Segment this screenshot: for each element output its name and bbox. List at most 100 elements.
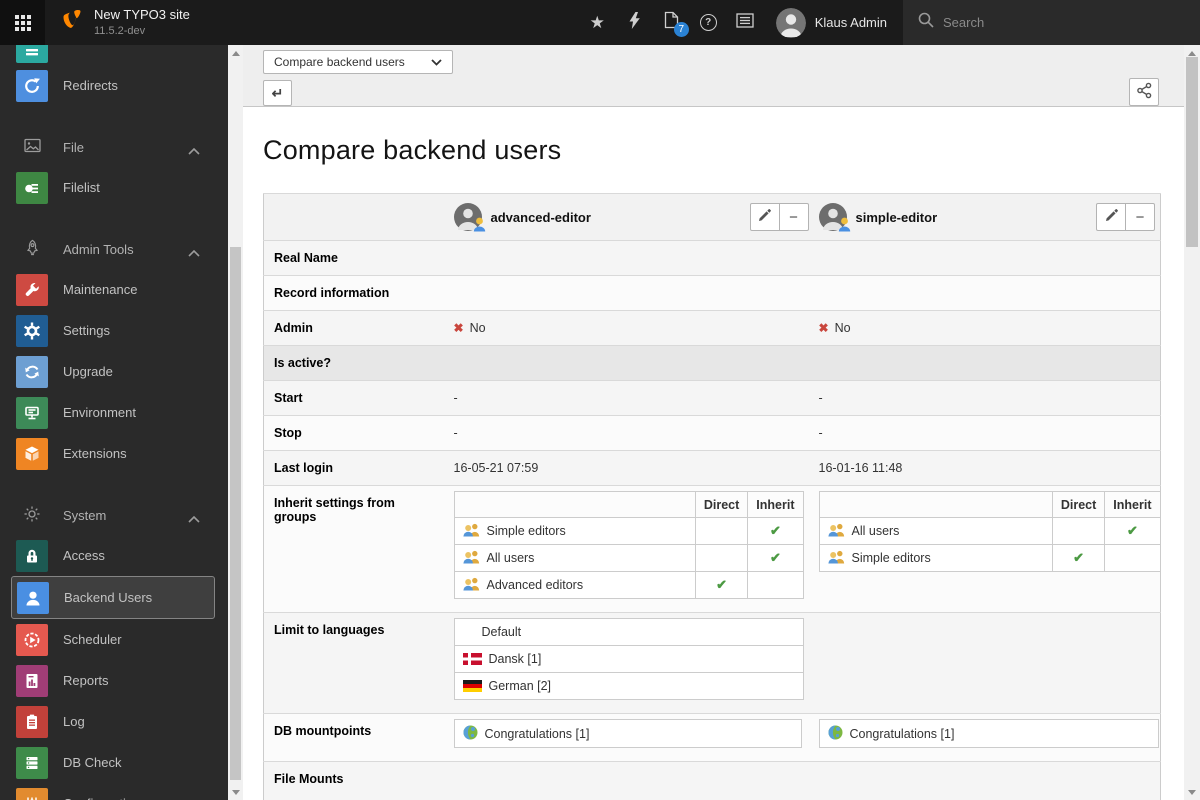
scrollbar-down-arrow[interactable] (228, 786, 243, 798)
scrollbar-up-arrow[interactable] (228, 47, 243, 59)
lightning-icon (629, 11, 640, 34)
chevron-up-icon (188, 511, 200, 526)
row-label: Is active? (263, 345, 449, 381)
search-bar (903, 0, 1200, 45)
page-title: Compare backend users (263, 135, 562, 165)
compare-table: advanced-editor − simple-editor − Real N… (263, 193, 1161, 800)
user-status-icon (473, 217, 486, 235)
sidebar-item-access[interactable]: Access (0, 535, 228, 576)
sidebar-item-log[interactable]: Log (0, 701, 228, 742)
sidebar-item-maintenance[interactable]: Maintenance (0, 269, 228, 310)
sidebar-item-configuration[interactable]: Configuration (0, 783, 228, 800)
cross-icon: ✖ (453, 321, 464, 335)
group-row: All users ✔ (453, 544, 804, 572)
language-name: Dansk [1] (488, 652, 542, 666)
sidebar-scrollbar-thumb[interactable] (230, 247, 241, 780)
pencil-icon (1105, 208, 1118, 226)
system-information-button[interactable] (727, 0, 764, 45)
doc-header: Compare backend users ↵ (243, 45, 1184, 107)
user-avatar (775, 7, 806, 38)
records-icon (16, 45, 48, 63)
sidebar-item-label: Access (63, 548, 105, 563)
group-name: Simple editors (486, 524, 566, 538)
user-status-icon (838, 217, 851, 235)
module-menu-button[interactable] (0, 0, 45, 45)
cross-icon: ✖ (818, 321, 829, 335)
content-scrollbar-thumb[interactable] (1186, 57, 1198, 247)
sidebar-item-settings[interactable]: Settings (0, 310, 228, 351)
content-scrollbar[interactable] (1184, 45, 1200, 800)
edit-user2-button[interactable] (1096, 203, 1126, 231)
usergroup-icon (462, 577, 480, 594)
sidebar-item-reports[interactable]: Reports (0, 660, 228, 701)
sidebar-item-scheduler[interactable]: Scheduler (0, 619, 228, 660)
admin-value: No (469, 321, 486, 335)
search-input[interactable] (943, 15, 1163, 30)
user2-header-cell: simple-editor − (813, 193, 1161, 241)
share-button[interactable] (1129, 78, 1159, 106)
user2-username: simple-editor (855, 209, 938, 225)
table-row-real-name: Real Name (263, 240, 1161, 276)
admin-value: No (834, 321, 851, 335)
clear-cache-button[interactable] (616, 0, 653, 45)
sidebar-item-backend-users[interactable]: Backend Users (11, 576, 215, 619)
sidebar-item-extensions[interactable]: Extensions (0, 433, 228, 474)
sidebar-item-environment[interactable]: Environment (0, 392, 228, 433)
star-icon: ★ (589, 12, 605, 32)
gear-icon (16, 314, 48, 347)
row-label: Last login (263, 450, 449, 486)
language-row: German [2] (453, 672, 804, 700)
user1-username: advanced-editor (490, 209, 591, 225)
sidebar-item-filelist[interactable]: Filelist (0, 167, 228, 208)
sidebar-item-upgrade[interactable]: Upgrade (0, 351, 228, 392)
user2-groups-table: Direct Inherit All users ✔ Simple editors… (818, 491, 1161, 572)
refresh-icon (16, 355, 48, 388)
group-name: Simple editors (851, 551, 931, 565)
sidebar-item-label: Log (63, 714, 85, 729)
column-header-direct: Direct (1051, 491, 1106, 518)
inherit-check: ✔ (769, 550, 781, 565)
opendocs-button[interactable]: 7 (653, 0, 690, 45)
brand: New TYPO3 site 11.5.2-dev (45, 0, 204, 45)
sidebar-item-redirects[interactable]: Redirects (0, 65, 228, 106)
bookmarks-button[interactable]: ★ (579, 0, 616, 45)
remove-user2-button[interactable]: − (1125, 203, 1155, 231)
group-name: All users (486, 551, 535, 565)
user1-languages-table: Default Dansk [1] German [2] (453, 618, 804, 700)
pencil-icon (758, 208, 771, 226)
usergroup-icon (462, 523, 480, 540)
search-icon (918, 12, 934, 33)
last-login-value: 16-05-21 07:59 (448, 450, 814, 486)
user2-avatar (818, 203, 850, 232)
germany-flag-icon (462, 680, 482, 692)
table-row-record-information: Record information (263, 275, 1161, 311)
row-label: Stop (263, 415, 449, 451)
start-value: - (448, 380, 814, 416)
table-row-start: Start - - (263, 380, 1161, 416)
sidebar-section-system[interactable]: System (0, 495, 228, 535)
sidebar-section-admin-tools[interactable]: Admin Tools (0, 229, 228, 269)
row-label: Real Name (263, 240, 449, 276)
row-label: File Mounts (263, 761, 449, 800)
grid-icon (14, 14, 31, 31)
sidebar-item-cut[interactable] (0, 45, 228, 63)
sidebar-section-file[interactable]: File (0, 127, 228, 167)
stop-value: - (448, 415, 814, 451)
edit-user1-button[interactable] (749, 203, 780, 231)
help-button[interactable]: ? (690, 0, 727, 45)
user1-db-mountpoint: Congratulations [1] (453, 719, 802, 748)
user1-header-cell: advanced-editor − (448, 193, 814, 241)
group-row: Simple editors ✔ (453, 517, 804, 545)
sidebar-scrollbar[interactable] (228, 45, 243, 800)
group-row: Advanced editors ✔ (453, 571, 804, 599)
globe-page-icon (828, 725, 843, 743)
user-menu-button[interactable]: Klaus Admin (764, 0, 903, 45)
go-back-button[interactable]: ↵ (263, 80, 292, 106)
last-login-value: 16-01-16 11:48 (813, 450, 1161, 486)
scrollbar-down-arrow[interactable] (1184, 786, 1199, 798)
remove-user1-button[interactable]: − (778, 203, 809, 231)
compare-header-row: advanced-editor − simple-editor − (263, 193, 1161, 241)
table-row-db-mountpoints: DB mountpoints Congratulations [1] Congr… (263, 713, 1161, 762)
module-function-select[interactable]: Compare backend users (263, 50, 453, 74)
sidebar-item-db-check[interactable]: DB Check (0, 742, 228, 783)
